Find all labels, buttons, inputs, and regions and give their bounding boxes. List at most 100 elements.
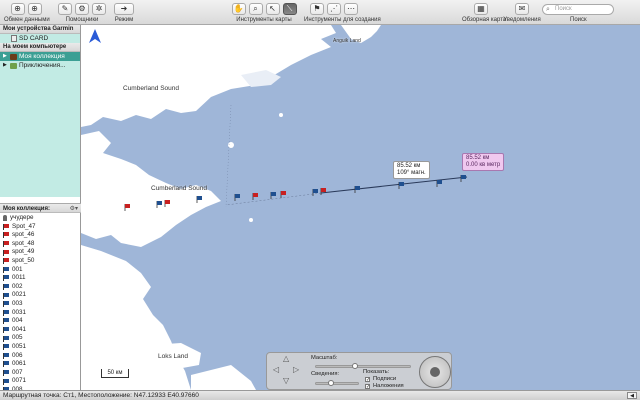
exchange-group: ⊕ ⊕ Обмен данными	[4, 2, 50, 23]
list-item-label: 0041	[12, 325, 27, 333]
list-item-label: 004	[12, 317, 23, 325]
list-item[interactable]: spot_46	[0, 231, 81, 240]
list-item-label: 0071	[12, 377, 27, 385]
disclosure-icon[interactable]: ▶	[3, 52, 8, 61]
overlay-checkbox[interactable]: ✓	[365, 384, 370, 390]
computer-header: На моем компьютере	[0, 43, 80, 52]
list-item[interactable]: 0071	[0, 377, 81, 386]
blue-flag-icon	[3, 284, 9, 291]
list-item-label: 006	[12, 351, 23, 359]
library-pane: Мои устройства Garmin SD CARD На моем ко…	[0, 25, 80, 197]
disclosure-icon[interactable]: ▶	[3, 61, 8, 70]
map-canvas	[81, 25, 468, 390]
overview-group: ▦ Обзорная карта	[462, 2, 506, 23]
list-item[interactable]: 0051	[0, 343, 81, 352]
my-collection-item[interactable]: ▶ Моя коллекция	[0, 52, 80, 61]
list-item[interactable]: 005	[0, 334, 81, 343]
zoom-slider-knob[interactable]	[352, 363, 358, 369]
list-item[interactable]: Spot_47	[0, 223, 81, 232]
list-item[interactable]: spot_50	[0, 257, 81, 266]
search-label: Поиск	[570, 17, 587, 23]
gear-icon[interactable]: ⚙▾	[70, 204, 78, 214]
list-item[interactable]: 004	[0, 317, 81, 326]
create-tools-group: ⚑ ⋰ ⋯ Инструменты для создания	[304, 2, 381, 23]
collapse-icon[interactable]: ◀	[627, 392, 637, 399]
map-label-cumberland-1: Cumberland Sound	[123, 85, 180, 92]
gear-icon[interactable]: ✲	[92, 3, 106, 15]
blue-flag-icon	[3, 369, 9, 376]
notifications-group: ✉ Уведомления	[503, 2, 541, 23]
track-icon[interactable]: ⋯	[344, 3, 358, 15]
list-item[interactable]: 0011	[0, 274, 81, 283]
sd-card-item[interactable]: SD CARD	[0, 34, 80, 43]
list-item-label: 0061	[12, 360, 27, 368]
labels-checkbox[interactable]: ✓	[365, 377, 370, 383]
red-flag-icon	[3, 241, 9, 248]
blue-flag-icon	[3, 266, 9, 273]
detail-slider-knob[interactable]	[328, 380, 334, 386]
overview-map-icon[interactable]: ▦	[474, 3, 488, 15]
list-item-label: spot_46	[12, 231, 35, 239]
sidebar: Мои устройства Garmin SD CARD На моем ко…	[0, 25, 81, 394]
flag-icon[interactable]: ⚑	[310, 3, 324, 15]
list-item-label: 005	[12, 334, 23, 342]
mode-arrow-icon[interactable]: ➜	[114, 3, 134, 15]
list-item[interactable]: 0031	[0, 309, 81, 318]
callout-area: 0.00 кв метр	[466, 162, 501, 168]
islet	[249, 218, 253, 222]
settings-icon[interactable]: ⚙	[75, 3, 89, 15]
list-item[interactable]: 0041	[0, 326, 81, 335]
map-label-angmak: Anguik Land	[333, 38, 361, 44]
list-item-label: 001	[12, 265, 23, 273]
red-flag-icon	[3, 223, 9, 230]
adventures-item[interactable]: ▶ Приключения...	[0, 61, 80, 70]
status-text: Маршрутная точка: Ст1, Местоположение: N…	[3, 392, 199, 399]
list-item[interactable]: 002	[0, 283, 81, 292]
list-item[interactable]: spot_49	[0, 248, 81, 257]
compass-rotate-control[interactable]	[419, 356, 451, 388]
land-south-ext	[191, 365, 256, 390]
tool-icon[interactable]: ✎	[58, 3, 72, 15]
list-item-label: 003	[12, 299, 23, 307]
list-item[interactable]: 003	[0, 300, 81, 309]
measure-icon[interactable]: ⟍	[282, 3, 297, 15]
notifications-label: Уведомления	[503, 17, 541, 23]
pan-down-icon[interactable]: ▽	[283, 376, 289, 385]
exchange-label: Обмен данными	[4, 17, 50, 23]
route-icon[interactable]: ⋰	[327, 3, 341, 15]
search-input[interactable]: ⌕ Поиск	[542, 4, 614, 15]
blue-flag-icon	[3, 309, 9, 316]
collection-folder-icon	[10, 53, 17, 60]
pan-right-icon[interactable]: ▷	[293, 365, 299, 374]
list-item-label: spot_48	[12, 239, 35, 247]
mode-group: ➜ Режим	[110, 2, 138, 23]
list-item[interactable]: 006	[0, 352, 81, 361]
list-item[interactable]: 0061	[0, 360, 81, 369]
status-bar: Маршрутная точка: Ст1, Местоположение: N…	[0, 390, 640, 400]
hand-icon[interactable]: ✋	[231, 3, 246, 15]
detail-slider[interactable]	[315, 380, 359, 386]
pointer-icon[interactable]: ↖	[265, 3, 280, 15]
list-item[interactable]: 0021	[0, 291, 81, 300]
zoom-slider[interactable]	[315, 363, 411, 369]
search-icon: ⌕	[546, 6, 550, 13]
map-view[interactable]: Cumberland Sound Cumberland Sound Loks L…	[81, 25, 640, 390]
blue-flag-icon	[3, 327, 9, 334]
receive-icon[interactable]: ⊕	[27, 3, 42, 15]
zoom-icon[interactable]: ⌕	[248, 3, 263, 15]
distance-callout[interactable]: 85.52 км 109° магн.	[393, 161, 430, 179]
my-collection-label: Моя коллекция	[19, 53, 65, 60]
notifications-icon[interactable]: ✉	[515, 3, 529, 15]
pan-left-icon[interactable]: ◁	[273, 365, 279, 374]
list-item[interactable]: 001	[0, 266, 81, 275]
detail-label: Сведения:	[311, 371, 340, 377]
send-icon[interactable]: ⊕	[10, 3, 25, 15]
list-item[interactable]: spot_48	[0, 240, 81, 249]
blue-flag-icon	[3, 361, 9, 368]
list-item[interactable]: учудере	[0, 214, 81, 223]
area-callout[interactable]: 85.52 км 0.00 кв метр	[462, 153, 505, 171]
show-label: Показать:	[363, 369, 390, 375]
pan-up-icon[interactable]: △	[283, 354, 289, 363]
list-item[interactable]: 007	[0, 369, 81, 378]
overlay-checkbox-label: Наложения	[373, 383, 404, 389]
